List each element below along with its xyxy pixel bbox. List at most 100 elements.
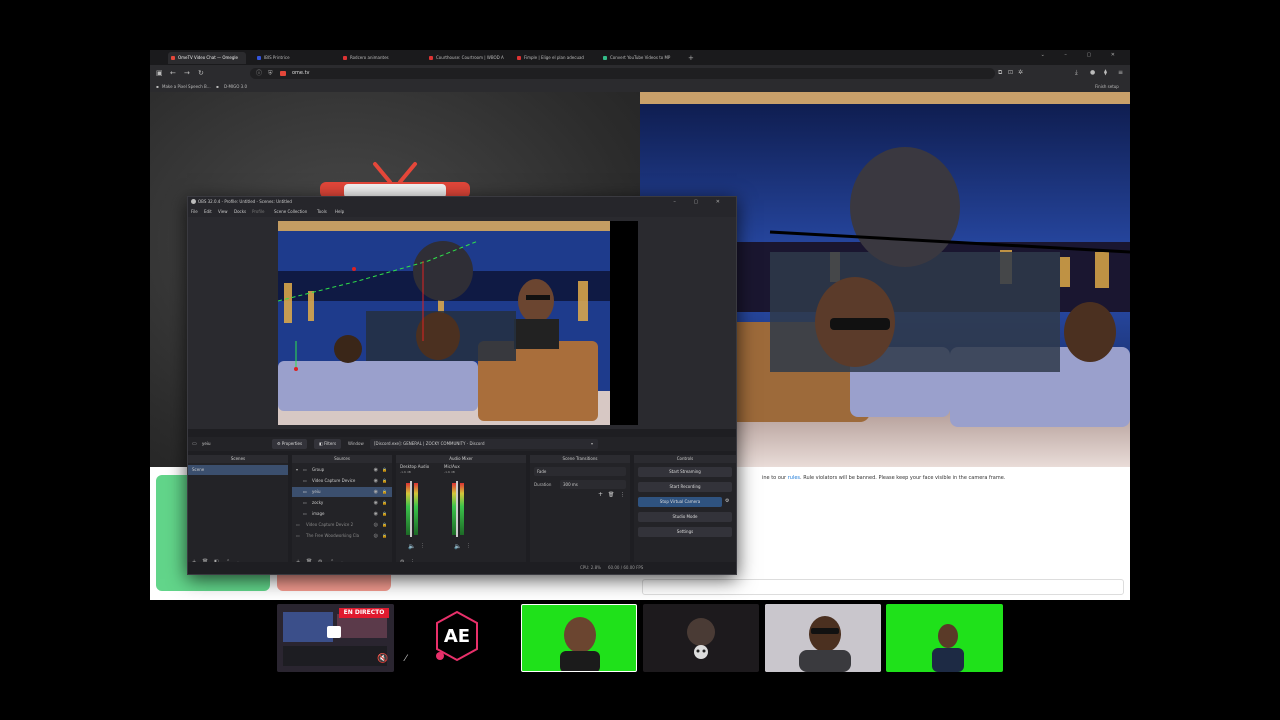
lock-icon[interactable]: 🔒 <box>382 465 387 475</box>
visibility-eye-icon[interactable]: ◉ <box>374 498 378 508</box>
tab-courthouse[interactable]: Courthouse: Courtroom | WBOD A <box>426 52 508 64</box>
lock-icon[interactable]: 🔒 <box>382 531 387 541</box>
sidebar-toggle-icon[interactable]: ▣ <box>156 68 163 78</box>
tab-youtube-convert[interactable]: Convert YouTube Videos to MP <box>600 52 682 64</box>
menu-docks[interactable]: Docks <box>234 207 246 217</box>
desktop-audio-meter <box>414 483 418 535</box>
remove-transition-icon[interactable]: 🗑 <box>608 492 614 498</box>
source-item-zocky[interactable]: ▭ zocky ◉ 🔒 <box>292 498 392 508</box>
screenshot-icon[interactable]: ⊡ <box>1008 68 1013 78</box>
obs-title-bar[interactable]: OBS 32.0.4 - Profile: Untitled - Scenes:… <box>188 197 736 207</box>
lock-icon[interactable]: 🔒 <box>382 476 387 486</box>
visibility-eye-icon[interactable]: ◎ <box>374 531 378 541</box>
participant-tile-green-guest[interactable] <box>886 604 1003 672</box>
mic-volume-slider[interactable] <box>456 481 458 537</box>
window-controls[interactable]: ⌄ – ▢ ✕ <box>1041 52 1124 58</box>
tab-ibis[interactable]: IBIS Printrice <box>254 52 332 64</box>
duration-input[interactable]: 300 ms <box>560 480 626 489</box>
more-icon[interactable]: ⋮ <box>466 543 471 549</box>
ometv-favicon-icon <box>171 56 175 60</box>
rules-link[interactable]: rules <box>788 475 800 481</box>
lock-icon[interactable]: 🔒 <box>382 520 387 530</box>
address-bar[interactable]: ⓘ ⛨ ome.tv <box>250 68 995 79</box>
filters-button[interactable]: ◧ Filters <box>314 439 342 449</box>
sources-dock: Sources ▾ ▭ Group ◉ 🔒 ▭ Video Capture Dev… <box>292 455 392 571</box>
source-item-woodworking[interactable]: ▭ The Free Woodworking Cla ◎ 🔒 <box>292 531 392 541</box>
menu-file[interactable]: File <box>191 207 198 217</box>
menu-edit[interactable]: Edit <box>204 207 212 217</box>
add-transition-icon[interactable]: + <box>598 491 603 498</box>
favicon-icon <box>429 56 433 60</box>
transition-select[interactable]: Fade <box>534 467 626 476</box>
speaker-icon[interactable]: 🔈 <box>454 543 461 550</box>
lock-icon[interactable]: 🔒 <box>382 487 387 497</box>
visibility-eye-icon[interactable]: ◉ <box>374 509 378 519</box>
scenes-header: Scenes <box>188 455 288 463</box>
site-info-icon[interactable]: ⓘ <box>256 68 262 79</box>
menu-scene-collection[interactable]: Scene Collection <box>274 207 307 217</box>
lock-icon[interactable]: 🔒 <box>382 498 387 508</box>
speaker-icon[interactable]: 🔈 <box>408 543 415 550</box>
chevron-down-icon[interactable]: ▾ <box>591 437 593 451</box>
scene-item[interactable]: Scene <box>188 465 288 475</box>
cast-icon[interactable]: ⧉ <box>998 68 1002 78</box>
desktop-volume-slider[interactable] <box>410 481 412 537</box>
visibility-eye-icon[interactable]: ◉ <box>374 487 378 497</box>
participant-tile-green-host[interactable] <box>521 604 637 672</box>
favicon-icon <box>257 56 261 60</box>
stop-virtual-camera-button[interactable]: Stop Virtual Camera <box>638 497 722 507</box>
reload-icon[interactable]: ↻ <box>198 68 204 78</box>
more-icon[interactable]: ⋮ <box>620 492 625 498</box>
window-capture-icon: ▭ <box>303 500 307 505</box>
forward-icon[interactable]: → <box>184 68 190 78</box>
more-icon[interactable]: ⋮ <box>420 543 425 549</box>
obs-window-controls[interactable]: – ▢ ✕ <box>673 197 728 207</box>
shield-icon[interactable]: ⛨ <box>268 68 273 79</box>
new-tab-button[interactable]: + <box>688 52 694 64</box>
participant-video <box>765 604 881 672</box>
profile-icon[interactable]: ● <box>1090 68 1095 78</box>
message-input[interactable] <box>642 579 1124 595</box>
start-recording-button[interactable]: Start Recording <box>638 482 732 492</box>
tab-rodcero[interactable]: Rodcero animantes <box>340 52 418 64</box>
bookmark-pixel-speech[interactable]: Make a Pixel Speech B... <box>162 82 211 92</box>
gear-icon[interactable]: ⚙ <box>725 498 729 504</box>
obs-preview-canvas[interactable] <box>278 221 638 425</box>
participant-tile-skull-avatar[interactable] <box>643 604 759 672</box>
start-streaming-button[interactable]: Start Streaming <box>638 467 732 477</box>
menu-profile[interactable]: Profile <box>252 207 264 217</box>
tab-ometv[interactable]: OmeTV Video Chat — Omegle <box>168 52 246 64</box>
expand-icon[interactable]: ▾ <box>296 465 298 475</box>
source-item-image[interactable]: ▭ image ◉ 🔒 <box>292 509 392 519</box>
source-item-group[interactable]: ▾ ▭ Group ◉ 🔒 <box>292 465 392 475</box>
source-item-video-capture-2[interactable]: ▭ Video Capture Device 2 ◎ 🔒 <box>292 520 392 530</box>
finish-setup-link[interactable]: Finish setup <box>1095 82 1119 92</box>
tab-fimple[interactable]: Fimple | Elige el plan adecuad <box>514 52 594 64</box>
duration-label: Duration <box>534 482 552 487</box>
menu-help[interactable]: Help <box>335 207 344 217</box>
window-select[interactable]: [Discord.exe]: GENERAL | ZOCKY COMMUNITY… <box>370 439 598 449</box>
visibility-eye-icon[interactable]: ◉ <box>374 476 378 486</box>
menu-tools[interactable]: Tools <box>317 207 327 217</box>
source-item-video-capture[interactable]: ▭ Video Capture Device ◉ 🔒 <box>292 476 392 486</box>
source-type-icon: ▭ <box>192 441 197 447</box>
tab-title: Convert YouTube Videos to MP <box>610 55 671 60</box>
extensions-icon[interactable]: ✲ <box>1018 68 1023 78</box>
download-icon[interactable]: ⤓ <box>1075 68 1078 78</box>
bookmark-dmigo[interactable]: D-MIGO 3.0 <box>224 82 247 92</box>
menu-icon[interactable]: ≡ <box>1118 68 1123 78</box>
participant-tile-screen-share[interactable]: EN DIRECTO 🔇 <box>277 604 394 672</box>
puzzle-icon[interactable]: ⧫ <box>1104 68 1107 78</box>
participant-tile-sunglasses-guest[interactable] <box>765 604 881 672</box>
source-item-yeiu[interactable]: ▭ yeiu ◉ 🔒 <box>292 487 392 497</box>
favicon-icon <box>603 56 607 60</box>
visibility-eye-icon[interactable]: ◉ <box>374 465 378 475</box>
settings-button[interactable]: Settings <box>638 527 732 537</box>
visibility-eye-icon[interactable]: ◎ <box>374 520 378 530</box>
studio-mode-button[interactable]: Studio Mode <box>638 512 732 522</box>
participant-tile-ae-logo[interactable]: AE <box>428 604 486 672</box>
back-icon[interactable]: ← <box>170 68 176 78</box>
properties-button[interactable]: ⚙ Properties <box>272 439 308 449</box>
menu-view[interactable]: View <box>218 207 228 217</box>
lock-icon[interactable]: 🔒 <box>382 509 387 519</box>
